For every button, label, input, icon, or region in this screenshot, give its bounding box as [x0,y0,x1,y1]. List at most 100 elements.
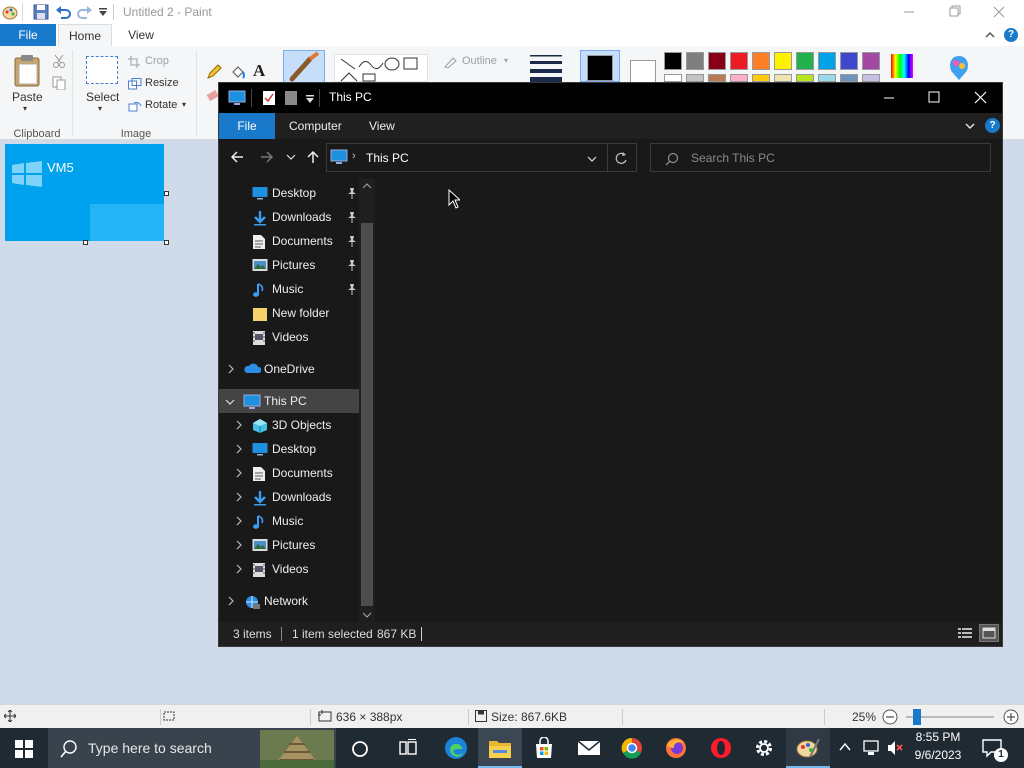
cut-icon[interactable] [52,54,66,68]
paint-app-icon[interactable] [2,4,18,20]
file-explorer-taskbar-button[interactable] [478,728,522,768]
chrome-button[interactable] [610,728,654,768]
text-tool-icon[interactable]: A [253,61,265,81]
explorer-minimize-button[interactable] [869,83,909,113]
paste-label[interactable]: Paste [12,90,43,104]
rotate-label[interactable]: Rotate [145,99,177,111]
palette-color-swatch[interactable] [708,74,726,82]
paint-minimize-button[interactable] [897,2,921,22]
zoom-slider-thumb[interactable] [913,709,921,725]
explorer-close-button[interactable] [959,83,1002,113]
recent-locations-icon[interactable] [286,152,296,162]
resize-handle-corner[interactable] [164,240,169,245]
palette-color-swatch[interactable] [818,52,836,70]
scroll-up-icon[interactable] [363,183,371,189]
palette-color-swatch[interactable] [664,74,682,82]
nav-quick-desktop[interactable]: Desktop [219,181,359,205]
zoom-out-icon[interactable] [882,709,898,725]
paste-dropdown-icon[interactable]: ▾ [23,104,27,113]
palette-color-swatch[interactable] [708,52,726,70]
paint-help-icon[interactable]: ? [1004,28,1018,42]
paint-restore-button[interactable] [942,2,966,22]
palette-color-swatch[interactable] [664,52,682,70]
expand-chevron-icon[interactable] [235,540,243,550]
rotate-dropdown-icon[interactable]: ▾ [182,100,186,109]
expand-chevron-icon[interactable] [235,564,243,574]
nav-this-pc-downloads[interactable]: Downloads [219,485,359,509]
shapes-gallery[interactable] [334,54,428,82]
clock-time[interactable]: 8:55 PM [912,730,964,744]
palette-color-swatch[interactable] [752,52,770,70]
palette-color-swatch[interactable] [686,74,704,82]
address-bar[interactable]: › This PC [326,143,637,172]
outline-dropdown-icon[interactable]: ▾ [504,56,508,65]
color2-swatch[interactable] [630,60,656,84]
palette-color-swatch[interactable] [840,52,858,70]
properties-icon[interactable] [262,90,276,106]
paint-home-tab[interactable]: Home [58,24,112,46]
up-arrow-icon[interactable] [305,149,321,165]
resize-handle-right[interactable] [164,191,169,196]
collapse-chevron-icon[interactable] [225,398,235,406]
volume-muted-icon[interactable] [886,739,904,757]
palette-color-swatch[interactable] [686,52,704,70]
scroll-down-icon[interactable] [363,612,371,618]
palette-color-swatch[interactable] [774,52,792,70]
back-arrow-icon[interactable] [229,149,245,165]
paint-taskbar-button[interactable] [786,728,830,768]
outline-icon[interactable] [443,56,457,68]
new-folder-qa-icon[interactable] [284,90,298,106]
nav-network[interactable]: Network [219,589,359,613]
expand-chevron-icon[interactable] [235,492,243,502]
address-dropdown-icon[interactable] [586,154,598,164]
nav-this-pc-documents[interactable]: Documents [219,461,359,485]
paint3d-icon[interactable] [946,54,972,82]
redo-icon[interactable] [77,4,93,20]
brushes-button[interactable] [283,50,325,84]
nav-quick-music[interactable]: Music [219,277,359,301]
nav-this-pc-desktop[interactable]: Desktop [219,437,359,461]
palette-color-swatch[interactable] [752,74,770,82]
zoom-in-icon[interactable] [1003,709,1019,725]
fill-icon[interactable] [230,64,246,80]
paint-view-tab[interactable]: View [118,24,164,46]
minimize-ribbon-icon[interactable] [984,30,996,40]
expand-ribbon-icon[interactable] [964,121,976,131]
settings-button[interactable] [742,728,786,768]
explorer-qa-dropdown-icon[interactable] [305,94,315,104]
nav-quick-documents[interactable]: Documents [219,229,359,253]
crop-label[interactable]: Crop [145,55,169,67]
paint-close-button[interactable] [987,2,1011,22]
select-label[interactable]: Select [86,90,119,104]
refresh-icon[interactable] [614,151,628,165]
customize-quick-access-icon[interactable] [98,7,108,17]
taskbar-search-box[interactable]: Type here to search [48,728,336,768]
edit-colors-icon[interactable] [889,52,915,80]
pencil-icon[interactable] [206,64,222,80]
select-dropdown-icon[interactable]: ▾ [98,104,102,113]
opera-button[interactable] [698,728,742,768]
expand-chevron-icon[interactable] [235,444,243,454]
network-status-icon[interactable] [862,739,880,757]
select-icon[interactable] [86,56,118,84]
details-view-icon[interactable] [957,626,973,640]
palette-color-swatch[interactable] [730,52,748,70]
resize-handle-bottom[interactable] [83,240,88,245]
palette-color-swatch[interactable] [862,52,880,70]
size-icon[interactable] [528,52,564,82]
explorer-view-tab[interactable]: View [369,113,395,139]
task-view-button[interactable] [386,728,430,768]
rotate-icon[interactable] [128,100,142,112]
mail-button[interactable] [566,728,610,768]
paint-file-tab[interactable]: File [0,24,56,46]
nav-quick-downloads[interactable]: Downloads [219,205,359,229]
nav-onedrive[interactable]: OneDrive [219,357,359,381]
store-button[interactable] [522,728,566,768]
nav-this-pc-music[interactable]: Music [219,509,359,533]
edge-button[interactable] [434,728,478,768]
explorer-help-icon[interactable]: ? [985,118,1000,133]
palette-color-swatch[interactable] [862,74,880,82]
expand-chevron-icon[interactable] [227,364,235,374]
resize-icon[interactable] [128,78,142,90]
clock-date[interactable]: 9/6/2023 [912,748,964,762]
